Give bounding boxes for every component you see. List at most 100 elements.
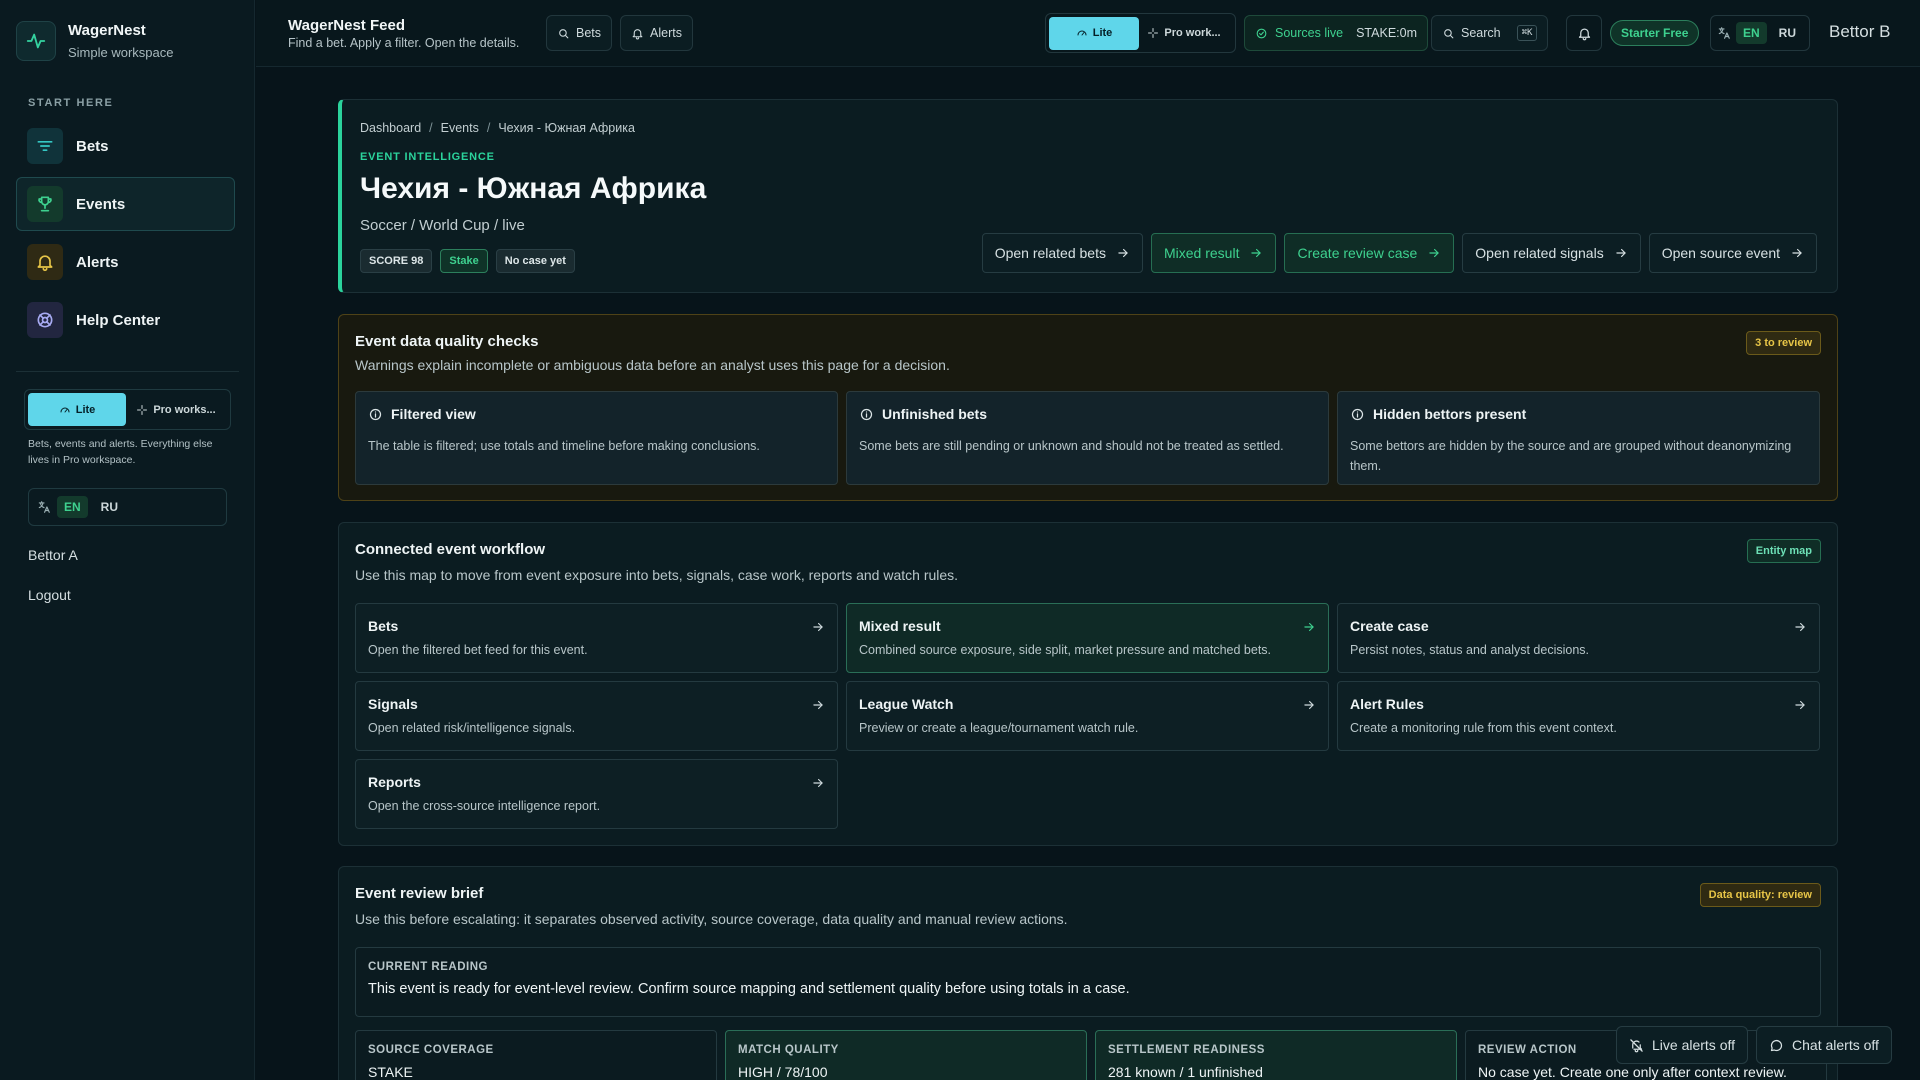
notifications-button[interactable]: [1566, 15, 1602, 51]
trophy-icon: [27, 186, 63, 222]
chat-alerts-toggle[interactable]: Chat alerts off: [1756, 1026, 1892, 1064]
breadcrumb-separator: /: [486, 121, 491, 135]
top-bets-label: Bets: [576, 26, 602, 40]
workflow-card-alert-rules[interactable]: Alert Rules Create a monitoring rule fro…: [1337, 681, 1820, 751]
workflow-card-reports[interactable]: Reports Open the cross-source intelligen…: [355, 759, 838, 829]
quality-check-body: Some bettors are hidden by the source an…: [1350, 439, 1792, 473]
top-workspace-mode-switch: Lite Pro work...: [1045, 13, 1236, 53]
sidebar-item-help-center[interactable]: Help Center: [16, 293, 235, 347]
top-lite-mode-label: Lite: [1092, 27, 1113, 39]
workflow-card-title: Bets: [368, 618, 399, 634]
workflow-title: Connected event workflow: [355, 541, 546, 558]
quality-check-body: The table is filtered; use totals and ti…: [368, 439, 760, 453]
mode-note: Bets, events and alerts. Everything else…: [28, 438, 213, 466]
event-actions: Open related bets Mixed result Create re…: [981, 233, 1817, 273]
sidebar-item-bets[interactable]: Bets: [16, 119, 235, 173]
workflow-card-title: League Watch: [859, 696, 954, 712]
create-review-case-label: Create review case: [1297, 245, 1418, 261]
arrow-right-icon: [811, 776, 825, 790]
open-source-event-button[interactable]: Open source event: [1648, 233, 1817, 273]
gauge-icon: [60, 407, 70, 412]
review-brief-subtitle: Use this before escalating: it separates…: [355, 911, 1068, 927]
feed-subtitle: Find a bet. Apply a filter. Open the det…: [288, 36, 520, 50]
workflow-card-bets[interactable]: Bets Open the filtered bet feed for this…: [355, 603, 838, 673]
page-title: Чехия - Южная Африка: [360, 172, 707, 205]
create-review-case-button[interactable]: Create review case: [1284, 233, 1455, 273]
arrow-right-icon: [811, 698, 825, 712]
top-lang-ru-button[interactable]: RU: [1772, 22, 1803, 44]
arrow-right-icon: [1302, 698, 1316, 712]
mixed-result-button[interactable]: Mixed result: [1150, 233, 1277, 273]
chat-icon: [1770, 1039, 1783, 1051]
sources-status-label: Sources live: [1275, 26, 1344, 40]
breadcrumb-dashboard[interactable]: Dashboard: [360, 121, 421, 135]
top-bets-button[interactable]: Bets: [546, 15, 613, 51]
sidebar-nav: Bets Events Alerts Help Center: [16, 119, 235, 351]
search-button[interactable]: Search ⌘K: [1431, 15, 1549, 51]
sidebar-item-label: Help Center: [76, 311, 161, 329]
quality-check-card: Hidden bettors present Some bettors are …: [1337, 391, 1820, 485]
topbar: WagerNest Feed Find a bet. Apply a filte…: [256, 0, 1920, 67]
workflow-card-desc: Open the cross-source intelligence repor…: [368, 799, 601, 813]
search-label: Search: [1461, 26, 1501, 40]
arrow-right-icon: [1118, 248, 1128, 258]
sidebar-item-alerts[interactable]: Alerts: [16, 235, 235, 289]
sparkle-icon: [1148, 28, 1159, 38]
data-quality-panel: Event data quality checks Warnings expla…: [338, 314, 1838, 501]
entity-map-badge[interactable]: Entity map: [1746, 539, 1821, 563]
top-lang-en-button[interactable]: EN: [1736, 22, 1767, 44]
workflow-card-league-watch[interactable]: League Watch Preview or create a league/…: [846, 681, 1329, 751]
sidebar-item-events[interactable]: Events: [16, 177, 235, 231]
lite-mode-button[interactable]: Lite: [28, 393, 126, 426]
alert-toggles: Live alerts off Chat alerts off: [1616, 1026, 1892, 1064]
info-icon: [369, 408, 382, 420]
workflow-card-mixed-result[interactable]: Mixed result Combined source exposure, s…: [846, 603, 1329, 673]
logout-link[interactable]: Logout: [28, 587, 71, 603]
arrow-right-icon: [1429, 248, 1439, 258]
sidebar-user[interactable]: Bettor A: [28, 547, 78, 563]
top-pro-mode-button[interactable]: Pro work...: [1139, 17, 1229, 50]
quality-check-title: Filtered view: [391, 406, 476, 422]
workflow-card-desc: Create a monitoring rule from this event…: [1350, 721, 1617, 735]
arrow-right-icon: [811, 620, 825, 634]
current-reading-text: This event is ready for event-level revi…: [368, 981, 1130, 997]
metric-value: 281 known / 1 unfinished: [1108, 1064, 1263, 1080]
pro-mode-label: Pro works...: [153, 403, 216, 416]
arrow-right-icon: [1302, 620, 1316, 634]
metric-value: HIGH / 78/100: [738, 1064, 828, 1080]
open-related-bets-button[interactable]: Open related bets: [981, 233, 1143, 273]
top-lite-mode-button[interactable]: Lite: [1049, 16, 1139, 50]
sources-status[interactable]: Sources live STAKE:0m: [1244, 15, 1428, 51]
live-alerts-toggle[interactable]: Live alerts off: [1616, 1026, 1749, 1064]
user-menu[interactable]: Bettor B: [1829, 22, 1890, 42]
top-language-switch: EN RU: [1710, 15, 1811, 51]
quality-checks: Filtered view The table is filtered; use…: [355, 391, 1820, 485]
pro-mode-button[interactable]: Pro works...: [126, 393, 226, 426]
plan-badge[interactable]: Starter Free: [1610, 20, 1700, 46]
brand-name: WagerNest: [68, 22, 146, 39]
lang-en-button[interactable]: EN: [57, 496, 88, 518]
info-icon: [1351, 408, 1364, 420]
top-alerts-label: Alerts: [650, 26, 682, 40]
workflow-card-signals[interactable]: Signals Open related risk/intelligence s…: [355, 681, 838, 751]
breadcrumb-events[interactable]: Events: [441, 121, 479, 135]
top-alerts-button[interactable]: Alerts: [620, 15, 693, 51]
quality-check-card: Unfinished bets Some bets are still pend…: [846, 391, 1329, 485]
metric-settlement-readiness: SETTLEMENT READINESS 281 known / 1 unfin…: [1095, 1030, 1457, 1080]
sidebar-section-label: START HERE: [28, 97, 114, 109]
breadcrumb-separator: /: [429, 121, 433, 135]
quality-check-body: Some bets are still pending or unknown a…: [859, 439, 1284, 453]
workflow-card-desc: Combined source exposure, side split, ma…: [859, 643, 1272, 657]
lang-ru-button[interactable]: RU: [94, 496, 125, 518]
score-badge: SCORE 98: [360, 249, 433, 273]
brand[interactable]: WagerNest Simple workspace: [16, 21, 174, 61]
sidebar-item-label: Bets: [76, 137, 109, 155]
current-reading-label: CURRENT READING: [368, 961, 488, 973]
arrow-right-icon: [1792, 248, 1802, 258]
sparkle-icon: [137, 404, 148, 415]
workflow-card-title: Create case: [1350, 618, 1429, 634]
quality-check-title: Hidden bettors present: [1373, 406, 1527, 422]
open-related-signals-button[interactable]: Open related signals: [1462, 233, 1641, 273]
workflow-card-create-case[interactable]: Create case Persist notes, status and an…: [1337, 603, 1820, 673]
current-reading: CURRENT READING This event is ready for …: [355, 947, 1821, 1017]
